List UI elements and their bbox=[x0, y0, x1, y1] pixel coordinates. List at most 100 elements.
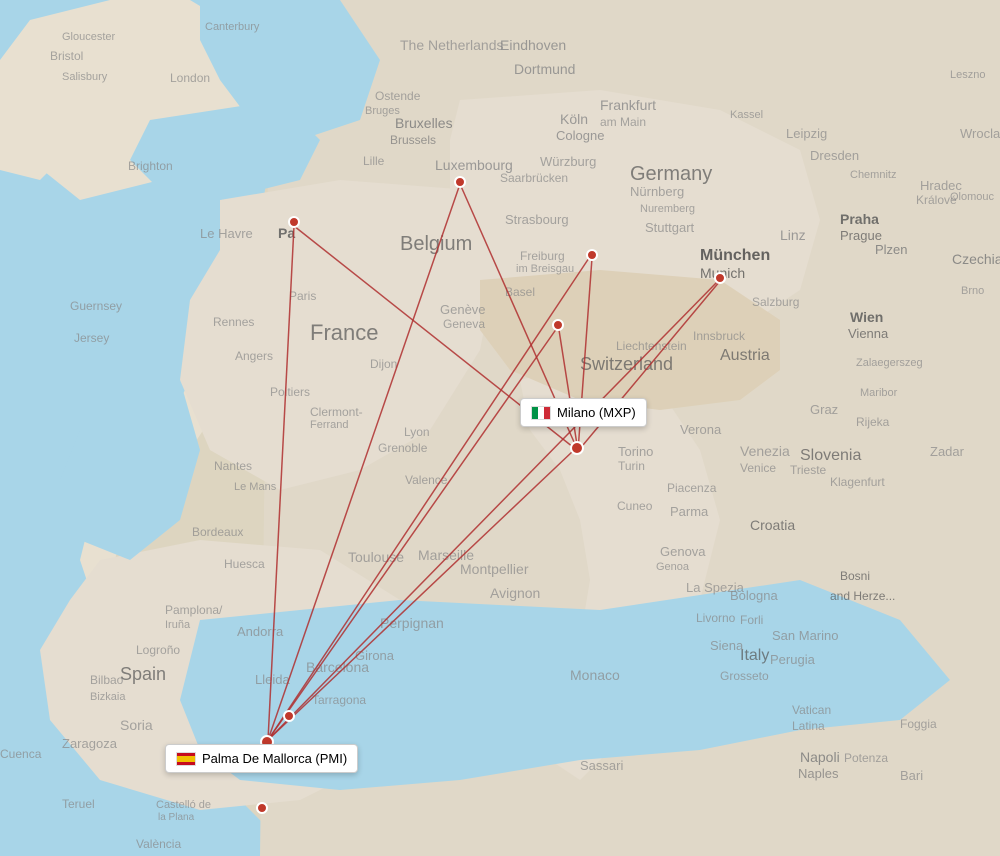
svg-text:and Herze...: and Herze... bbox=[830, 589, 895, 603]
svg-text:Naples: Naples bbox=[798, 766, 839, 781]
svg-text:Maribor: Maribor bbox=[860, 387, 898, 399]
svg-text:Praha: Praha bbox=[840, 211, 879, 227]
svg-text:Rennes: Rennes bbox=[213, 315, 254, 329]
svg-text:Lille: Lille bbox=[363, 154, 385, 168]
svg-text:Potenza: Potenza bbox=[844, 751, 888, 765]
svg-text:Genève: Genève bbox=[440, 302, 486, 317]
svg-text:Leszno: Leszno bbox=[950, 69, 985, 81]
map-container: Belgium France Germany Switzerland Austr… bbox=[0, 0, 1000, 856]
svg-text:Eindhoven: Eindhoven bbox=[500, 37, 566, 53]
svg-text:Turin: Turin bbox=[618, 459, 645, 473]
svg-text:Liechtenstein: Liechtenstein bbox=[616, 339, 687, 353]
svg-text:Bologna: Bologna bbox=[730, 588, 778, 603]
svg-text:Salisbury: Salisbury bbox=[62, 71, 108, 83]
svg-text:Italy: Italy bbox=[740, 647, 769, 664]
svg-text:Olomouc: Olomouc bbox=[950, 191, 995, 203]
svg-text:Nürnberg: Nürnberg bbox=[630, 184, 684, 199]
svg-text:Slovenia: Slovenia bbox=[800, 447, 861, 464]
svg-text:Dresden: Dresden bbox=[810, 148, 859, 163]
svg-text:Stuttgart: Stuttgart bbox=[645, 220, 695, 235]
svg-text:Tarragona: Tarragona bbox=[312, 693, 366, 707]
svg-text:Monaco: Monaco bbox=[570, 667, 620, 683]
svg-text:Jersey: Jersey bbox=[74, 331, 109, 345]
svg-text:Wroclaw: Wroclaw bbox=[960, 126, 1000, 141]
svg-text:Germany: Germany bbox=[630, 163, 712, 185]
svg-text:Cologne: Cologne bbox=[556, 128, 604, 143]
svg-text:Piacenza: Piacenza bbox=[667, 481, 717, 495]
svg-text:Logroño: Logroño bbox=[136, 643, 180, 657]
svg-text:Salzburg: Salzburg bbox=[752, 295, 799, 309]
svg-text:Switzerland: Switzerland bbox=[580, 354, 673, 374]
svg-text:Czechia: Czechia bbox=[952, 251, 1000, 267]
svg-text:Vienna: Vienna bbox=[848, 326, 889, 341]
svg-text:Bosni: Bosni bbox=[840, 569, 870, 583]
svg-text:Angers: Angers bbox=[235, 349, 273, 363]
svg-text:Linz: Linz bbox=[780, 227, 806, 243]
svg-text:Montpellier: Montpellier bbox=[460, 561, 529, 577]
svg-text:Clermont-: Clermont- bbox=[310, 405, 363, 419]
svg-text:Innsbruck: Innsbruck bbox=[693, 329, 746, 343]
svg-text:la Plana: la Plana bbox=[158, 812, 195, 823]
svg-text:Forli: Forli bbox=[740, 613, 763, 627]
svg-text:Saarbrücken: Saarbrücken bbox=[500, 171, 568, 185]
svg-text:Castelló de: Castelló de bbox=[156, 799, 211, 811]
svg-text:Nuremberg: Nuremberg bbox=[640, 203, 695, 215]
svg-text:Kassel: Kassel bbox=[730, 109, 763, 121]
svg-text:Genoa: Genoa bbox=[656, 561, 690, 573]
svg-text:Strasbourg: Strasbourg bbox=[505, 212, 569, 227]
svg-text:Perugia: Perugia bbox=[770, 652, 816, 667]
svg-text:Grosseto: Grosseto bbox=[720, 669, 769, 683]
svg-text:Nantes: Nantes bbox=[214, 459, 252, 473]
svg-text:Perpignan: Perpignan bbox=[380, 615, 444, 631]
svg-text:Bristol: Bristol bbox=[50, 49, 83, 63]
svg-text:Verona: Verona bbox=[680, 422, 722, 437]
svg-text:München: München bbox=[700, 247, 770, 264]
svg-text:Teruel: Teruel bbox=[62, 797, 95, 811]
svg-text:Poitiers: Poitiers bbox=[270, 385, 310, 399]
svg-text:Avignon: Avignon bbox=[490, 585, 540, 601]
map-svg: Belgium France Germany Switzerland Austr… bbox=[0, 0, 1000, 856]
svg-text:Cuneo: Cuneo bbox=[617, 499, 653, 513]
svg-text:Iruña: Iruña bbox=[165, 619, 191, 631]
svg-text:Dortmund: Dortmund bbox=[514, 61, 575, 77]
svg-text:Marseille: Marseille bbox=[418, 547, 474, 563]
svg-text:Canterbury: Canterbury bbox=[205, 21, 260, 33]
svg-text:Spain: Spain bbox=[120, 664, 166, 684]
svg-text:Parma: Parma bbox=[670, 504, 709, 519]
svg-text:Prague: Prague bbox=[840, 228, 882, 243]
svg-text:Venice: Venice bbox=[740, 461, 776, 475]
svg-text:Dijon: Dijon bbox=[370, 357, 397, 371]
svg-text:Plzen: Plzen bbox=[875, 242, 908, 257]
svg-text:Köln: Köln bbox=[560, 111, 588, 127]
svg-text:Genova: Genova bbox=[660, 544, 706, 559]
svg-text:Geneva: Geneva bbox=[443, 317, 485, 331]
svg-text:Bruxelles: Bruxelles bbox=[395, 115, 453, 131]
svg-text:The Netherlands: The Netherlands bbox=[400, 37, 504, 53]
svg-text:Andorra: Andorra bbox=[237, 624, 284, 639]
svg-text:Wien: Wien bbox=[850, 309, 883, 325]
svg-text:Sassari: Sassari bbox=[580, 758, 623, 773]
svg-text:Torino: Torino bbox=[618, 444, 653, 459]
svg-text:Bordeaux: Bordeaux bbox=[192, 525, 243, 539]
svg-text:Bilbao: Bilbao bbox=[90, 673, 124, 687]
svg-text:Freiburg: Freiburg bbox=[520, 249, 565, 263]
svg-text:im Breisgau: im Breisgau bbox=[516, 263, 574, 275]
svg-text:Zadar: Zadar bbox=[930, 444, 965, 459]
svg-text:Zalaegerszeg: Zalaegerszeg bbox=[856, 357, 923, 369]
svg-text:Paris: Paris bbox=[289, 289, 316, 303]
svg-text:Guernsey: Guernsey bbox=[70, 299, 122, 313]
svg-text:Ferrand: Ferrand bbox=[310, 419, 349, 431]
svg-text:am Main: am Main bbox=[600, 115, 646, 129]
svg-text:Venezia: Venezia bbox=[740, 443, 790, 459]
svg-text:Brno: Brno bbox=[961, 285, 984, 297]
svg-text:Brighton: Brighton bbox=[128, 159, 173, 173]
svg-text:Latina: Latina bbox=[792, 719, 825, 733]
svg-text:Graz: Graz bbox=[810, 402, 838, 417]
svg-text:Le Mans: Le Mans bbox=[234, 481, 277, 493]
svg-text:Livorno: Livorno bbox=[696, 611, 736, 625]
svg-text:San Marino: San Marino bbox=[772, 628, 838, 643]
svg-text:Ostende: Ostende bbox=[375, 89, 421, 103]
svg-text:Würzburg: Würzburg bbox=[540, 154, 596, 169]
svg-text:Chemnitz: Chemnitz bbox=[850, 169, 896, 181]
svg-text:Huesca: Huesca bbox=[224, 557, 265, 571]
